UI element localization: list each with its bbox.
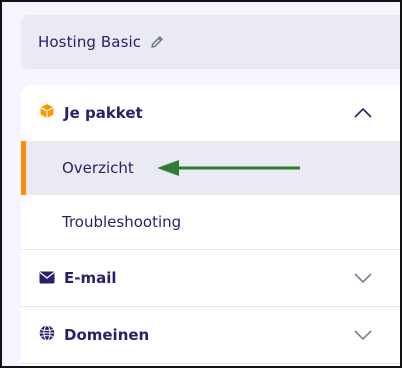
globe-icon <box>39 325 55 345</box>
chevron-up-icon[interactable] <box>354 107 372 119</box>
screenshot-frame: Hosting Basic Je pakket Overzicht Troubl… <box>0 0 402 368</box>
sidebar-menu: Je pakket Overzicht Troubleshooting E-ma… <box>21 85 400 366</box>
envelope-icon <box>39 269 55 288</box>
annotation-arrow-icon <box>157 160 300 176</box>
section-label: Je pakket <box>64 104 143 122</box>
menu-item-label: Troubleshooting <box>62 213 182 231</box>
section-je-pakket[interactable]: Je pakket <box>21 85 400 141</box>
chevron-down-icon[interactable] <box>354 329 372 341</box>
package-icon <box>39 103 55 123</box>
pencil-icon[interactable] <box>149 34 165 50</box>
menu-item-troubleshooting[interactable]: Troubleshooting <box>21 195 400 249</box>
menu-item-label: Overzicht <box>62 159 134 177</box>
section-e-mail[interactable]: E-mail <box>21 250 400 306</box>
section-domeinen[interactable]: Domeinen <box>21 307 400 363</box>
hosting-package-name: Hosting Basic <box>38 33 142 51</box>
section-label: E-mail <box>64 269 117 287</box>
chevron-down-icon[interactable] <box>354 272 372 284</box>
divider <box>21 363 400 364</box>
section-label: Domeinen <box>64 326 150 344</box>
hosting-package-card: Hosting Basic <box>21 15 400 69</box>
